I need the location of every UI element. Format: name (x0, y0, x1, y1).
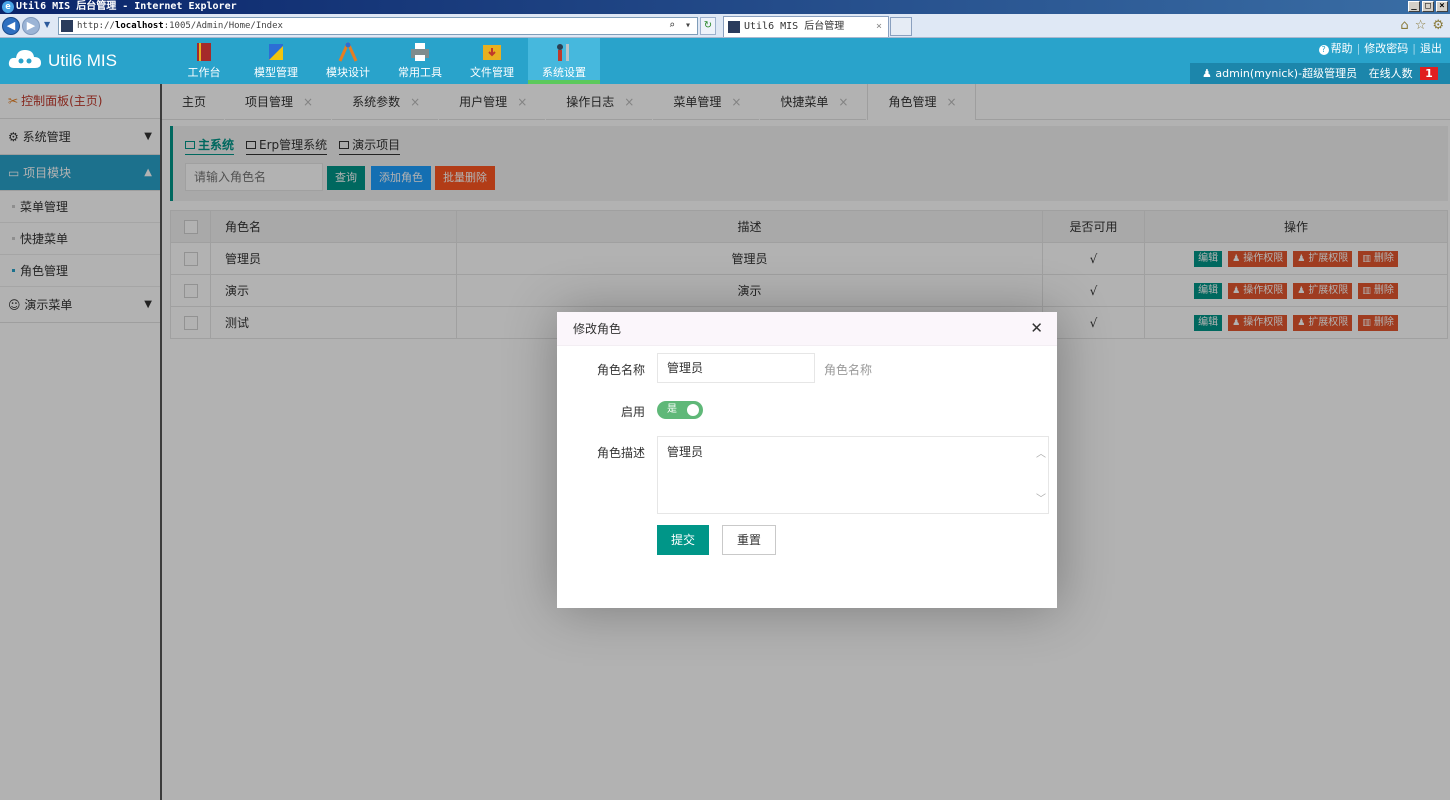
settings-gear-icon[interactable]: ⚙ (1432, 18, 1444, 33)
ie-logo-icon: e (2, 1, 14, 13)
logout-link[interactable]: 退出 (1420, 42, 1442, 55)
role-desc-text: 管理员 (667, 445, 704, 459)
close-window-button[interactable]: × (1436, 1, 1448, 12)
user-icon: ♟ (1202, 67, 1212, 80)
enable-switch[interactable]: 是 (657, 401, 703, 419)
app-header: Util6 MIS 工作台 模型管理 模块设计 常用工具 文件管理 系统设置 ?… (0, 38, 1450, 84)
address-bar[interactable]: http://localhost:1005/Admin/Home/Index ⌕… (58, 17, 698, 35)
back-icon[interactable]: ◀ (2, 17, 20, 35)
close-icon[interactable]: ✕ (1030, 320, 1043, 336)
home-icon[interactable]: ⌂ (1400, 18, 1408, 33)
online-label: 在线人数 (1368, 67, 1413, 80)
address-path: :1005/Admin/Home/Index (163, 21, 283, 31)
maximize-button[interactable]: □ (1422, 1, 1434, 12)
topnav-tools[interactable]: 常用工具 (384, 38, 456, 84)
topnav-label: 模型管理 (254, 66, 298, 79)
book-icon (197, 43, 211, 61)
role-name-label: 角色名称 (596, 363, 645, 377)
forward-icon[interactable]: ▶ (22, 17, 40, 35)
help-link[interactable]: 帮助 (1331, 42, 1353, 55)
printer-icon (411, 43, 429, 61)
topnav-files[interactable]: 文件管理 (456, 38, 528, 84)
search-icon[interactable]: ⌕ (665, 19, 679, 33)
switch-text: 是 (667, 404, 677, 415)
app-logo[interactable]: Util6 MIS (8, 42, 163, 80)
tools-icon (557, 44, 569, 61)
topnav-settings[interactable]: 系统设置 (528, 38, 600, 84)
address-prefix: http:// (77, 21, 115, 31)
online-count-badge: 1 (1420, 67, 1438, 80)
topnav-label: 常用工具 (398, 66, 442, 79)
browser-tab[interactable]: Util6 MIS 后台管理 × (723, 16, 889, 37)
minimize-button[interactable]: _ (1408, 1, 1420, 12)
topnav-model[interactable]: 模型管理 (240, 38, 312, 84)
page-favicon-icon (61, 20, 73, 32)
change-password-link[interactable]: 修改密码 (1364, 42, 1408, 55)
header-links: ? 帮助 | 修改密码 | 退出 (1318, 40, 1442, 56)
role-name-tip: 角色名称 (824, 363, 873, 377)
topnav-label: 系统设置 (542, 66, 586, 79)
history-dropdown-icon[interactable]: ▼ (44, 20, 50, 29)
address-host: localhost (114, 21, 164, 31)
folder-icon (483, 45, 501, 60)
topnav-workbench[interactable]: 工作台 (168, 38, 240, 84)
ruler-icon (269, 44, 283, 60)
browser-tab-title: Util6 MIS 后台管理 (744, 21, 845, 32)
tab-favicon-icon (728, 21, 740, 33)
new-tab-button[interactable] (890, 17, 912, 36)
scroll-up-icon[interactable]: ︿ (1036, 445, 1046, 460)
user-label[interactable]: admin(mynick)-超级管理员 (1215, 67, 1357, 80)
role-desc-textarea[interactable]: 管理员 ︿ ﹀ (657, 436, 1049, 514)
favorites-icon[interactable]: ☆ (1415, 18, 1427, 33)
edit-role-dialog: 修改角色 ✕ 角色名称 管理员 角色名称 启用 是 角色描述 管理员 ︿ ﹀ 提… (557, 312, 1057, 608)
enable-label: 启用 (620, 405, 645, 419)
refresh-icon[interactable]: ↻ (700, 17, 716, 35)
top-nav: 工作台 模型管理 模块设计 常用工具 文件管理 系统设置 (168, 38, 600, 84)
cloud-logo-icon (8, 50, 41, 68)
address-dropdown-icon[interactable]: ▾ (681, 19, 695, 33)
topnav-module[interactable]: 模块设计 (312, 38, 384, 84)
topnav-label: 文件管理 (470, 66, 514, 79)
help-icon: ? (1318, 45, 1329, 55)
role-desc-label: 角色描述 (596, 446, 645, 460)
browser-title-bar: e Util6 MIS 后台管理 - Internet Explorer _ □… (0, 0, 1450, 14)
role-name-input[interactable]: 管理员 (657, 353, 815, 383)
dialog-title: 修改角色 (557, 312, 1057, 346)
topnav-label: 工作台 (187, 66, 221, 79)
close-tab-icon[interactable]: × (876, 17, 882, 37)
browser-title: Util6 MIS 后台管理 - Internet Explorer (16, 1, 237, 12)
topnav-label: 模块设计 (326, 66, 370, 79)
switch-knob (687, 404, 699, 416)
user-bar: ♟ admin(mynick)-超级管理员 在线人数 1 (1190, 63, 1450, 84)
reset-button[interactable]: 重置 (722, 525, 777, 555)
scroll-down-icon[interactable]: ﹀ (1036, 490, 1046, 505)
compass-icon (338, 42, 358, 62)
submit-button[interactable]: 提交 (657, 525, 710, 555)
logo-text: Util6 MIS (48, 51, 117, 70)
browser-toolbar: ◀ ▶ ▼ http://localhost:1005/Admin/Home/I… (0, 14, 1450, 38)
